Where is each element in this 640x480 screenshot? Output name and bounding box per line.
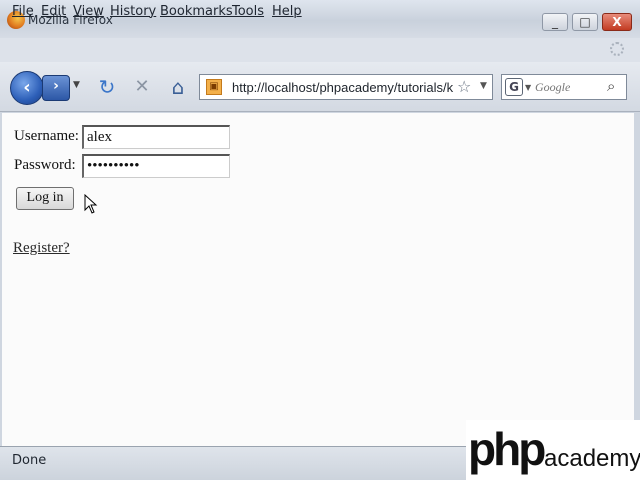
svg-text:academy: academy	[544, 445, 640, 472]
close-icon: X	[612, 15, 622, 29]
menu-bookmarks[interactable]: Bookmarks	[160, 4, 233, 19]
svg-text:php: php	[468, 423, 545, 475]
login-button-label: Log in	[26, 190, 64, 205]
menu-tools[interactable]: Tools	[232, 4, 264, 19]
menu-history[interactable]: History	[110, 4, 156, 19]
home-icon[interactable]: ⌂	[165, 74, 191, 100]
search-bar[interactable]: G ▼ ⌕	[501, 74, 627, 100]
username-field[interactable]	[82, 125, 230, 149]
password-label: Password:	[14, 157, 76, 173]
bookmark-star-icon[interactable]: ☆	[457, 77, 471, 96]
login-button[interactable]: Log in	[16, 187, 74, 210]
stop-icon[interactable]: ✕	[129, 74, 155, 100]
url-input[interactable]	[232, 79, 456, 96]
maximize-button[interactable]: □	[572, 13, 598, 31]
username-label: Username:	[14, 128, 79, 144]
forward-arrow-icon: ›	[53, 78, 59, 94]
throbber-icon	[610, 42, 624, 56]
menu-edit[interactable]: Edit	[41, 4, 66, 19]
mouse-cursor-icon	[84, 194, 98, 214]
engine-dropdown-icon[interactable]: ▼	[525, 83, 531, 92]
minimize-button[interactable]: _	[542, 13, 568, 31]
back-arrow-icon: ‹	[23, 77, 31, 98]
menu-view[interactable]: View	[73, 4, 104, 19]
forward-button[interactable]: ›	[42, 75, 70, 101]
close-button[interactable]: X	[602, 13, 632, 31]
maximize-icon: □	[579, 15, 591, 29]
back-button[interactable]: ‹	[10, 71, 44, 105]
menu-file[interactable]: File	[12, 4, 34, 19]
url-dropdown-icon[interactable]: ▼	[480, 81, 487, 91]
menu-help[interactable]: Help	[272, 4, 302, 19]
search-engine-icon[interactable]: G	[505, 78, 523, 96]
address-bar[interactable]: ▣ ☆ ▼	[199, 74, 493, 100]
status-text: Done	[12, 453, 47, 468]
register-link[interactable]: Register?	[13, 240, 70, 257]
menu-bar	[0, 38, 640, 62]
site-favicon-icon: ▣	[206, 79, 222, 95]
search-input[interactable]	[535, 79, 603, 96]
phpacademy-logo: php academy	[466, 420, 640, 480]
minimize-icon: _	[552, 15, 558, 29]
password-field[interactable]	[82, 154, 230, 178]
magnifier-icon[interactable]: ⌕	[607, 77, 615, 95]
history-dropdown-icon[interactable]: ▼	[73, 80, 80, 90]
reload-icon[interactable]: ↻	[94, 74, 120, 100]
